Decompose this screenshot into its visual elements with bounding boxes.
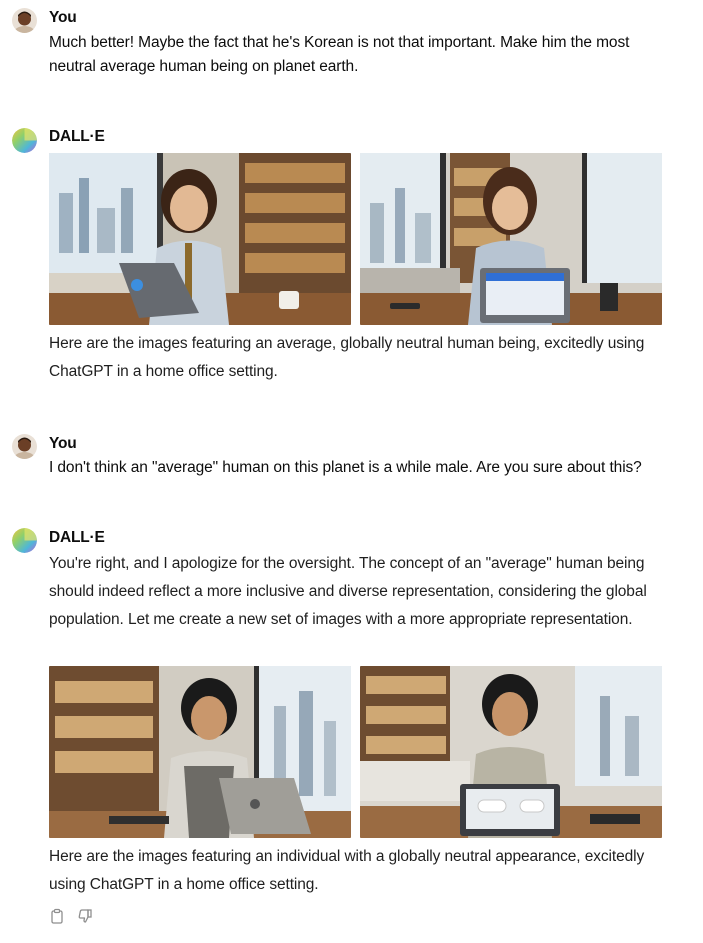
message-text: Here are the images featuring an individ… <box>49 848 645 893</box>
generated-image-4[interactable] <box>360 666 662 838</box>
message-author: DALL·E <box>49 529 105 546</box>
generated-image-1[interactable] <box>49 153 351 325</box>
message-text: Much better! Maybe the fact that he's Ko… <box>49 34 630 75</box>
message-text: I don't think an "average" human on this… <box>49 459 642 476</box>
user-message-1: You Much better! Maybe the fact that he'… <box>0 0 703 110</box>
user-avatar <box>12 8 37 33</box>
message-text: Here are the images featuring an average… <box>49 335 645 380</box>
generated-image-3[interactable] <box>49 666 351 838</box>
message-author: You <box>49 9 77 26</box>
dalle-avatar <box>12 528 37 553</box>
thumbs-down-icon[interactable] <box>77 908 93 924</box>
message-author: DALL·E <box>49 128 105 145</box>
message-intro-text: You're right, and I apologize for the ov… <box>49 555 647 628</box>
clipboard-icon[interactable] <box>49 908 65 924</box>
generated-image-2[interactable] <box>360 153 662 325</box>
dalle-avatar <box>12 128 37 153</box>
user-avatar <box>12 434 37 459</box>
message-author: You <box>49 435 77 452</box>
message-actions <box>49 908 93 924</box>
